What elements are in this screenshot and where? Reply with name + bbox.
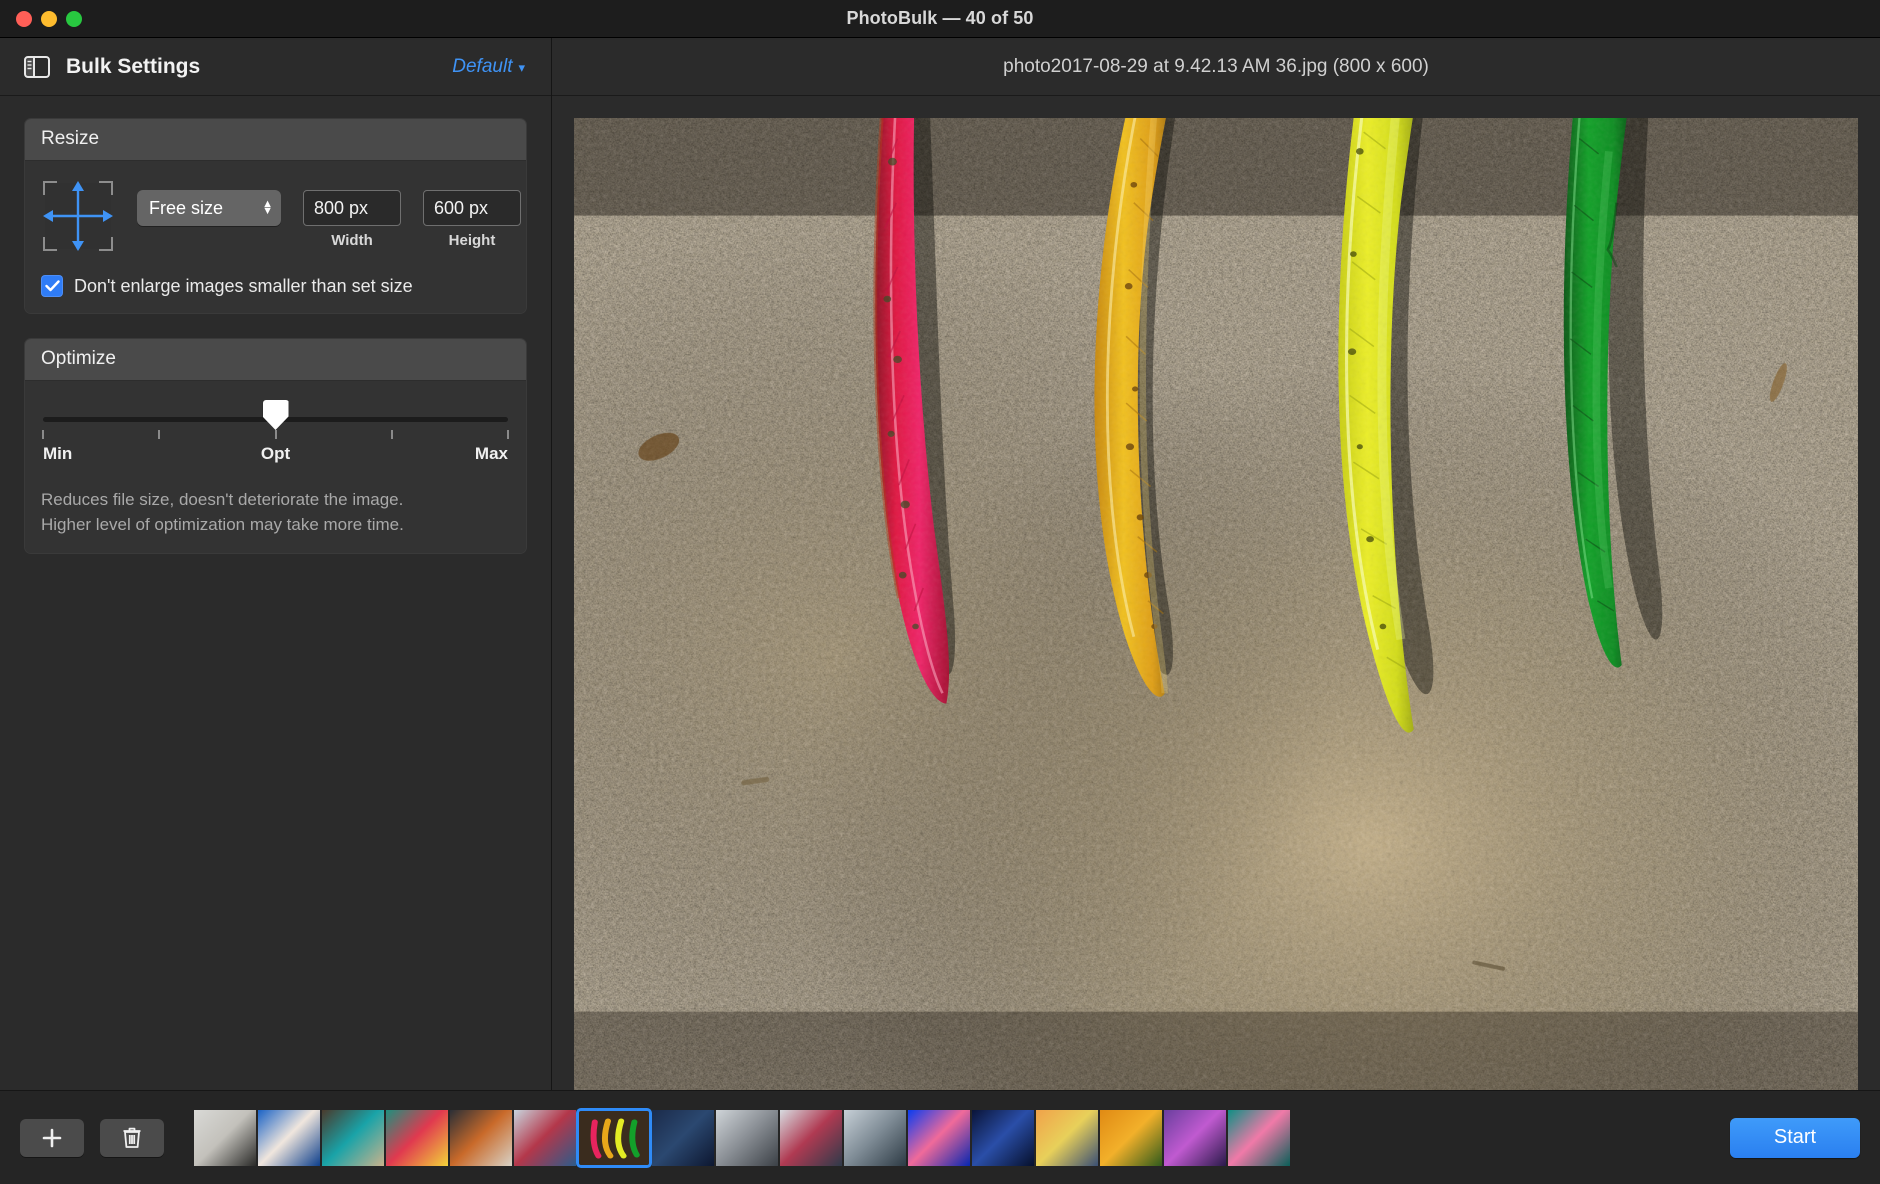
thumbnail-16[interactable] (1164, 1110, 1226, 1166)
thumbnail-15[interactable] (1100, 1110, 1162, 1166)
optimize-hint-line2: Higher level of optimization may take mo… (41, 513, 510, 538)
preview-image (574, 118, 1858, 1090)
stepper-arrows-icon: ▲▼ (262, 201, 273, 215)
slider-tick-1 (158, 430, 160, 439)
slider-tick-3 (391, 430, 393, 439)
preview-filename: photo2017-08-29 at 9.42.13 AM 36.jpg (80… (552, 38, 1880, 96)
height-input[interactable]: 600 px (423, 190, 521, 226)
sidebar-content: Resize (0, 96, 551, 1090)
resize-panel-body: Free size ▲▼ 800 px Width (25, 161, 526, 313)
start-button[interactable]: Start (1730, 1118, 1860, 1158)
optimize-slider-labels: Min Opt Max (43, 444, 508, 466)
thumbnail-12[interactable] (908, 1110, 970, 1166)
delete-files-button[interactable] (100, 1119, 164, 1157)
resize-arrows-icon (41, 179, 115, 253)
thumbnail-6[interactable] (514, 1110, 576, 1166)
thumbnail-14[interactable] (1036, 1110, 1098, 1166)
width-input[interactable]: 800 px (303, 190, 401, 226)
optimize-panel: Optimize Min Opt Max Reduces file size, do… (24, 338, 527, 554)
slider-label-min: Min (43, 444, 72, 464)
thumbnail-4[interactable] (386, 1110, 448, 1166)
window-title: PhotoBulk — 40 of 50 (0, 0, 1880, 37)
resize-mode-value: Free size (149, 198, 223, 219)
titlebar: PhotoBulk — 40 of 50 (0, 0, 1880, 38)
preset-label: Default (452, 56, 512, 78)
photobulk-window: PhotoBulk — 40 of 50 Bulk Settings (0, 0, 1880, 1184)
optimize-slider[interactable]: Min Opt Max (41, 399, 510, 466)
resize-mode-select[interactable]: Free size ▲▼ (137, 190, 281, 226)
thumbnail-3[interactable] (322, 1110, 384, 1166)
thumbnail-2[interactable] (258, 1110, 320, 1166)
height-field-group: 600 px Height (423, 190, 521, 249)
sidebar-title: Bulk Settings (66, 55, 452, 79)
height-label: Height (423, 232, 521, 249)
thumbnail-selected-graphic (578, 1110, 650, 1166)
thumbnail-5[interactable] (450, 1110, 512, 1166)
optimize-panel-body: Min Opt Max Reduces file size, doesn't det… (25, 381, 526, 553)
width-field-group: 800 px Width (303, 190, 401, 249)
slider-tick-0 (42, 430, 44, 439)
dont-enlarge-checkbox[interactable] (41, 275, 63, 297)
thumbnail-filmstrip[interactable] (194, 1107, 1700, 1169)
optimize-panel-title: Optimize (25, 339, 526, 381)
thumbnail-13[interactable] (972, 1110, 1034, 1166)
resize-panel-title: Resize (25, 119, 526, 161)
bottom-toolbar: Start (0, 1090, 1880, 1184)
trash-icon (122, 1126, 142, 1149)
resize-panel: Resize (24, 118, 527, 314)
close-button[interactable] (16, 11, 32, 27)
optimize-slider-knob[interactable] (263, 400, 289, 430)
thumbnail-10[interactable] (780, 1110, 842, 1166)
optimize-slider-ticks (43, 430, 508, 442)
thumbnail-11[interactable] (844, 1110, 906, 1166)
optimize-hint-line1: Reduces file size, doesn't deteriorate t… (41, 488, 510, 513)
dont-enlarge-label: Don't enlarge images smaller than set si… (74, 276, 413, 297)
slider-label-opt: Opt (261, 444, 290, 464)
bulk-settings-sidebar: Bulk Settings Default ▾ Resize (0, 38, 552, 1090)
plus-icon (41, 1127, 63, 1149)
window-body: Bulk Settings Default ▾ Resize (0, 38, 1880, 1090)
sidebar-panel-icon[interactable] (24, 56, 50, 78)
add-files-button[interactable] (20, 1119, 84, 1157)
preview-pane: photo2017-08-29 at 9.42.13 AM 36.jpg (80… (552, 38, 1880, 1090)
preview-stage (552, 96, 1880, 1090)
sidebar-header: Bulk Settings Default ▾ (0, 38, 551, 96)
thumbnail-9[interactable] (716, 1110, 778, 1166)
minimize-button[interactable] (41, 11, 57, 27)
zoom-button[interactable] (66, 11, 82, 27)
slider-tick-4 (507, 430, 509, 439)
chevron-down-icon: ▾ (518, 60, 525, 76)
preset-dropdown[interactable]: Default ▾ (452, 56, 525, 78)
slider-label-max: Max (475, 444, 508, 464)
thumbnail-8[interactable] (652, 1110, 714, 1166)
dont-enlarge-row[interactable]: Don't enlarge images smaller than set si… (41, 275, 510, 297)
width-label: Width (303, 232, 401, 249)
thumbnail-1[interactable] (194, 1110, 256, 1166)
optimize-hint: Reduces file size, doesn't deteriorate t… (41, 488, 510, 537)
optimize-slider-track[interactable] (43, 417, 508, 422)
resize-controls-row: Free size ▲▼ 800 px Width (41, 179, 510, 253)
window-controls (0, 11, 82, 27)
thumbnail-7[interactable] (578, 1110, 650, 1166)
thumbnail-17[interactable] (1228, 1110, 1290, 1166)
slider-tick-2 (275, 430, 277, 439)
leaves-photo-graphic (574, 118, 1858, 1090)
